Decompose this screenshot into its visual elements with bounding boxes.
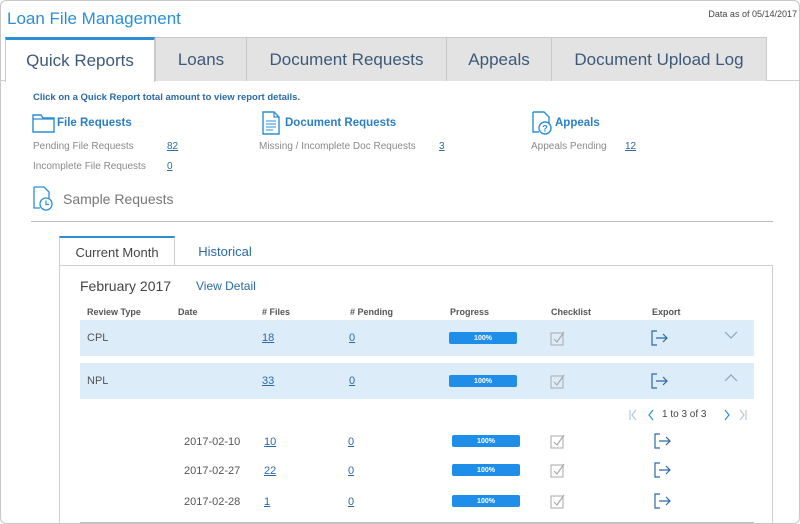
files-count-link[interactable]: 1 bbox=[264, 496, 270, 508]
pending-count-link[interactable]: 0 bbox=[348, 496, 354, 508]
document-requests-section: Document Requests bbox=[259, 111, 396, 135]
sample-requests-title: Sample Requests bbox=[63, 191, 174, 207]
missing-doc-requests-label: Missing / Incomplete Doc Requests bbox=[259, 141, 416, 152]
checklist-icon[interactable] bbox=[550, 373, 566, 389]
pending-count-link[interactable]: 0 bbox=[349, 375, 355, 387]
date-cell: 2017-02-10 bbox=[184, 436, 241, 448]
divider bbox=[31, 221, 773, 222]
first-page-icon[interactable] bbox=[628, 409, 638, 421]
column-header-progress: Progress bbox=[450, 307, 490, 317]
next-page-icon[interactable] bbox=[722, 409, 732, 421]
pager-status: 1 to 3 of 3 bbox=[662, 409, 707, 420]
tab-document-requests[interactable]: Document Requests bbox=[246, 37, 447, 81]
file-requests-title[interactable]: File Requests bbox=[57, 117, 132, 129]
export-icon[interactable] bbox=[650, 372, 668, 390]
appeals-pending-count[interactable]: 12 bbox=[625, 141, 636, 152]
appeals-section: ? Appeals bbox=[529, 111, 600, 135]
column-header-checklist: Checklist bbox=[551, 307, 592, 317]
previous-page-icon[interactable] bbox=[646, 409, 656, 421]
folder-icon bbox=[32, 114, 55, 133]
view-detail-link[interactable]: View Detail bbox=[196, 279, 256, 293]
file-requests-section: File Requests bbox=[31, 111, 132, 135]
checklist-icon[interactable] bbox=[550, 330, 566, 346]
list-item: 2017-02-27 22 0 100% bbox=[80, 457, 754, 487]
sample-requests-panel: February 2017 View Detail Review Type Da… bbox=[59, 265, 773, 523]
date-cell: 2017-02-28 bbox=[184, 496, 241, 508]
pending-count-link[interactable]: 0 bbox=[349, 332, 355, 344]
tab-historical[interactable]: Historical bbox=[175, 236, 275, 266]
pending-count-link[interactable]: 0 bbox=[348, 465, 354, 477]
column-header-date: Date bbox=[178, 307, 198, 317]
column-header-pending: # Pending bbox=[350, 307, 394, 317]
list-item: 2017-02-28 1 0 100% bbox=[80, 488, 754, 518]
incomplete-file-requests-count[interactable]: 0 bbox=[167, 161, 173, 172]
app-title: Loan File Management bbox=[7, 9, 181, 28]
column-header-review-type: Review Type bbox=[87, 307, 141, 317]
main-tabs: Quick Reports Loans Document Requests Ap… bbox=[1, 37, 799, 82]
question-document-icon: ? bbox=[532, 111, 552, 135]
document-icon bbox=[262, 111, 280, 135]
tab-appeals[interactable]: Appeals bbox=[446, 37, 552, 81]
review-type-cell: NPL bbox=[87, 375, 109, 387]
incomplete-file-requests-label: Incomplete File Requests bbox=[33, 161, 146, 172]
sample-requests-header: Sample Requests bbox=[31, 186, 174, 212]
files-count-link[interactable]: 22 bbox=[264, 465, 276, 477]
files-count-link[interactable]: 18 bbox=[262, 332, 274, 344]
files-count-link[interactable]: 33 bbox=[262, 375, 274, 387]
document-clock-icon bbox=[33, 186, 53, 211]
export-icon[interactable] bbox=[653, 492, 671, 510]
column-header-export: Export bbox=[652, 307, 681, 317]
data-as-of-label: Data as of 05/14/2017 bbox=[708, 9, 797, 19]
review-type-cell: CPL bbox=[87, 332, 109, 344]
pending-count-link[interactable]: 0 bbox=[348, 436, 354, 448]
checklist-icon[interactable] bbox=[550, 462, 566, 478]
table-row[interactable]: NPL 33 0 100% bbox=[80, 363, 754, 399]
svg-text:?: ? bbox=[542, 124, 548, 134]
appeals-title[interactable]: Appeals bbox=[555, 117, 600, 129]
chevron-up-icon[interactable] bbox=[724, 373, 738, 383]
checklist-icon[interactable] bbox=[550, 433, 566, 449]
missing-doc-requests-count[interactable]: 3 bbox=[439, 141, 445, 152]
progress-bar: 100% bbox=[449, 332, 517, 344]
last-page-icon[interactable] bbox=[738, 409, 748, 421]
column-header-files: # Files bbox=[262, 307, 291, 317]
tab-current-month[interactable]: Current Month bbox=[59, 236, 175, 266]
appeals-pending-label: Appeals Pending bbox=[531, 141, 607, 152]
progress-bar: 100% bbox=[452, 495, 520, 507]
progress-bar: 100% bbox=[449, 375, 517, 387]
list-item: 2017-02-10 10 0 100% bbox=[80, 428, 754, 458]
tab-document-upload-log[interactable]: Document Upload Log bbox=[551, 37, 767, 81]
period-title: February 2017 bbox=[80, 278, 172, 294]
app-window: Loan File Management Data as of 05/14/20… bbox=[0, 0, 800, 524]
tab-loans[interactable]: Loans bbox=[155, 37, 247, 81]
pending-file-requests-label: Pending File Requests bbox=[33, 141, 134, 152]
divider bbox=[80, 522, 754, 523]
quick-report-instruction: Click on a Quick Report total amount to … bbox=[33, 92, 301, 103]
date-cell: 2017-02-27 bbox=[184, 465, 241, 477]
export-icon[interactable] bbox=[653, 461, 671, 479]
chevron-down-icon[interactable] bbox=[724, 330, 738, 340]
progress-bar: 100% bbox=[452, 435, 520, 447]
checklist-icon[interactable] bbox=[550, 493, 566, 509]
progress-bar: 100% bbox=[452, 464, 520, 476]
pending-file-requests-count[interactable]: 82 bbox=[167, 141, 178, 152]
tab-quick-reports[interactable]: Quick Reports bbox=[5, 37, 155, 82]
export-icon[interactable] bbox=[650, 329, 668, 347]
files-count-link[interactable]: 10 bbox=[264, 436, 276, 448]
table-row[interactable]: CPL 18 0 100% bbox=[80, 320, 754, 356]
document-requests-title[interactable]: Document Requests bbox=[285, 117, 396, 129]
export-icon[interactable] bbox=[653, 432, 671, 450]
